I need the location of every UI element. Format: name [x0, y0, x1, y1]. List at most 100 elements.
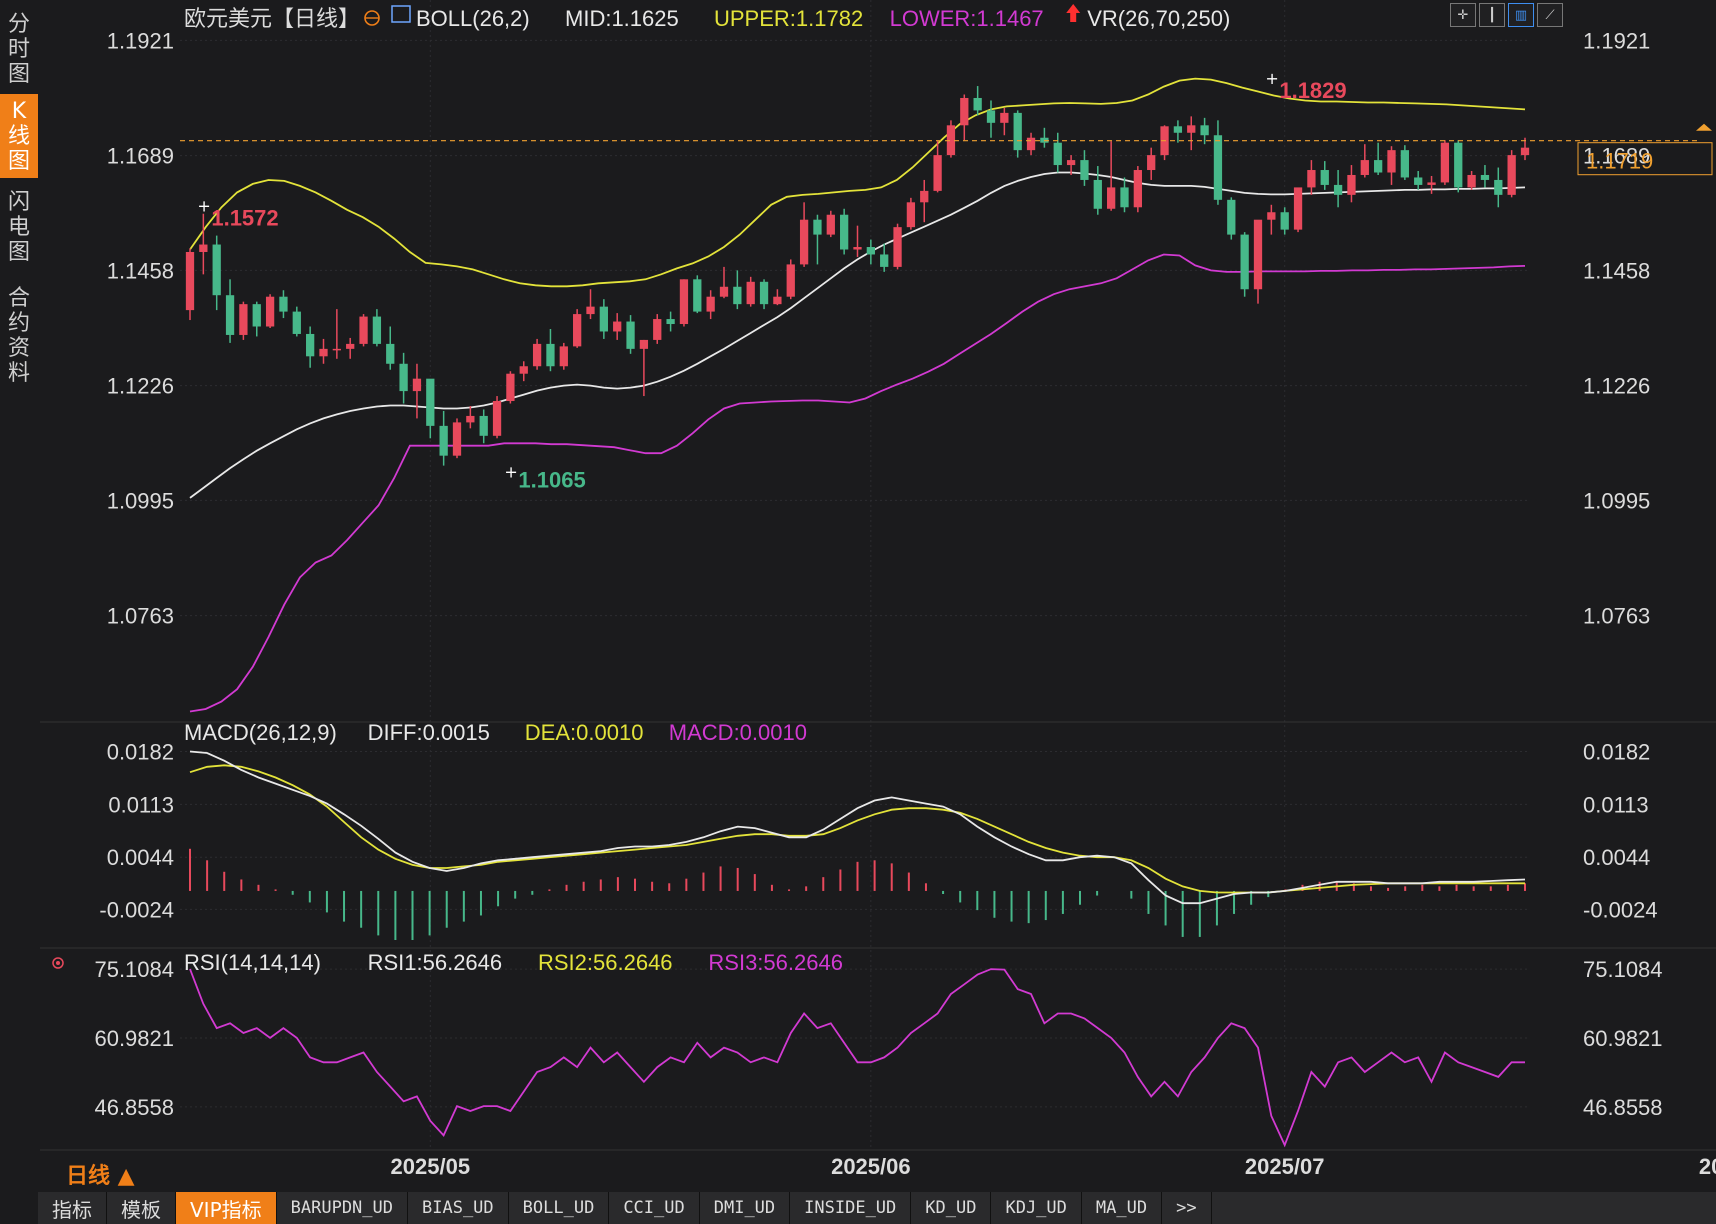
chart-title: 欧元美元【日线】 [184, 6, 360, 31]
candle-body [986, 110, 996, 123]
indicator-tab-11[interactable]: MA_UD [1082, 1192, 1163, 1224]
candle-body [1454, 142, 1463, 188]
candle-body [439, 425, 448, 456]
candle-body [479, 415, 488, 436]
indicator-tab-4[interactable]: BIAS_UD [408, 1192, 509, 1224]
macd-ytick-right: -0.0024 [1583, 897, 1658, 922]
candle-body [813, 219, 822, 235]
candle-body [1374, 160, 1383, 173]
candle-body [626, 321, 635, 349]
candle-body [212, 244, 221, 296]
rsi-settings-icon-dot [56, 961, 60, 965]
indicator-tab-1[interactable]: 模板 [107, 1192, 176, 1224]
candle-body [573, 314, 582, 347]
candle-body [1320, 170, 1329, 185]
candle-body [693, 279, 702, 312]
candle-body [1227, 199, 1236, 235]
candle-body [1307, 170, 1316, 188]
up-arrow-icon [1066, 4, 1081, 22]
kline-legend-item: UPPER:1.1782 [714, 6, 863, 31]
candle-body [239, 304, 248, 335]
candle-body [306, 333, 315, 357]
candle-body [1333, 184, 1343, 195]
rsi-ytick-left: 60.9821 [94, 1026, 174, 1051]
candle-body [519, 366, 528, 374]
candle-body [1200, 125, 1209, 136]
candle-body [706, 296, 715, 312]
candle-body [1066, 160, 1076, 166]
indicator-icon [391, 5, 411, 23]
kline-ytick-right: 1.1458 [1583, 258, 1650, 283]
indicator-tab-5[interactable]: BOLL_UD [509, 1192, 610, 1224]
crosshair-icon[interactable]: ✛ [1450, 3, 1476, 27]
candle-body [773, 296, 782, 305]
kline-ytick-left: 1.0995 [107, 488, 174, 513]
candle-body [920, 190, 929, 203]
rsi-legend-item: RSI3:56.2646 [708, 950, 843, 975]
candle-body [1013, 112, 1022, 151]
macd-ytick-left: -0.0024 [99, 897, 174, 922]
macd-ytick-right: 0.0044 [1583, 845, 1650, 870]
candle-body [199, 244, 208, 252]
kline-ytick-right: 1.1921 [1583, 28, 1650, 53]
indicator-tab-10[interactable]: KDJ_UD [991, 1192, 1082, 1224]
candle-body [506, 373, 515, 402]
candle-body [1120, 187, 1129, 208]
indicator-tab-9[interactable]: KD_UD [911, 1192, 992, 1224]
extreme-marker: + [1265, 69, 1278, 88]
candle-body [1520, 147, 1530, 156]
candle-body [586, 306, 595, 315]
candle-body [452, 422, 462, 456]
line-chart-icon[interactable]: ⟋ [1537, 3, 1563, 27]
indicator-tab-3[interactable]: BARUPDN_UD [277, 1192, 408, 1224]
candle-body [1360, 160, 1369, 175]
candle-chart-icon[interactable]: ▥ [1508, 3, 1534, 27]
kline-legend-item: LOWER:1.1467 [890, 6, 1044, 31]
candle-body [265, 296, 275, 327]
candle-body [906, 202, 916, 228]
indicator-tab-0[interactable]: 指标 [38, 1192, 107, 1224]
candle-body [653, 319, 662, 340]
current-price-label: 1.1719 [1586, 149, 1653, 174]
xtick-label: 2025/06 [831, 1154, 911, 1179]
rsi-line [189, 968, 1525, 1148]
extreme-label: 1.1572 [211, 206, 278, 231]
candle-body [1467, 174, 1476, 188]
candle-body [866, 247, 875, 255]
period-selector[interactable]: 日线 ▲ [66, 1158, 135, 1190]
price-chart[interactable]: 1.1921 1.19211.1689 1.16891.1458 1.14581.12… [0, 0, 1716, 1192]
candle-body [746, 281, 755, 305]
candle-body [372, 316, 382, 344]
candle-body [412, 378, 422, 392]
indicator-tab-12[interactable]: >> [1162, 1192, 1212, 1224]
macd-ytick-left: 0.0113 [108, 792, 174, 817]
candle-body [1147, 155, 1156, 171]
indicator-tab-6[interactable]: CCI_UD [609, 1192, 700, 1224]
kline-ytick-right: 1.0995 [1583, 488, 1650, 513]
kline-ytick-left: 1.1458 [107, 258, 174, 283]
candle-body [359, 316, 368, 344]
candle-body [1440, 142, 1450, 183]
price-arrow-icon [1696, 123, 1712, 131]
candle-body [1213, 135, 1223, 200]
candle-body [346, 343, 355, 349]
candle-body [1026, 137, 1036, 151]
candle-body [759, 281, 769, 305]
candle-body [1507, 155, 1516, 195]
kline-legend-item: VR(26,70,250) [1087, 6, 1230, 31]
candle-body [1427, 182, 1436, 185]
candle-body [733, 286, 742, 305]
indicator-tab-8[interactable]: INSIDE_UD [790, 1192, 912, 1224]
indicator-tab-bar: 指标 模板 VIP指标 BARUPDN_UD BIAS_UD BOLL_UD CCI_UD D… [38, 1192, 1716, 1224]
candle-body [933, 155, 942, 191]
xtick-label: 2025/08 [1699, 1154, 1716, 1179]
indicator-tab-2[interactable]: VIP指标 [176, 1192, 277, 1224]
rsi-ytick-right: 75.1084 [1583, 957, 1663, 982]
bar-chart-icon[interactable]: ┃ [1479, 3, 1505, 27]
candle-body [1347, 174, 1356, 195]
candle-body [1093, 179, 1102, 209]
candle-body [559, 346, 568, 367]
rsi-legend-item: RSI(14,14,14) [184, 950, 321, 975]
candle-body [639, 339, 649, 349]
indicator-tab-7[interactable]: DMI_UD [700, 1192, 791, 1224]
